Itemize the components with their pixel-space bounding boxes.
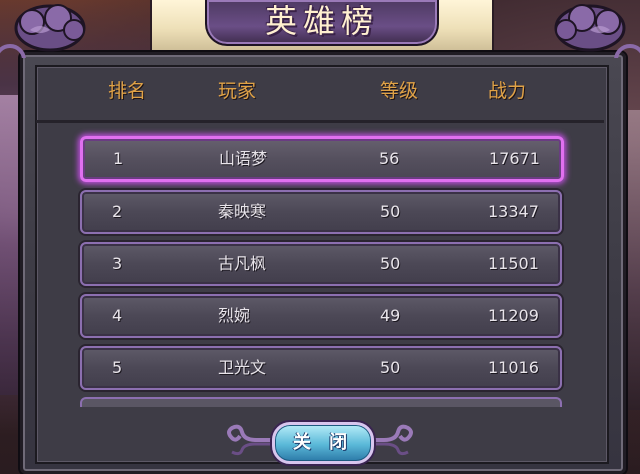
row-player: 卫光文 — [218, 358, 267, 377]
row-player: 秦映寒 — [218, 202, 267, 221]
column-header-player: 玩家 — [218, 80, 257, 102]
leaderboard-row[interactable]: 2 秦映寒 50 13347 — [80, 190, 562, 234]
leaderboard-row[interactable]: 3 古凡枫 50 11501 — [80, 242, 562, 286]
leaderboard-row[interactable]: 5 卫光文 50 11016 — [80, 346, 562, 390]
row-level: 50 — [380, 202, 401, 221]
row-rank: 1 — [113, 149, 124, 168]
purple-cloud-ornament-icon — [0, 4, 86, 58]
row-player: 古凡枫 — [218, 254, 267, 273]
row-level: 56 — [379, 149, 400, 168]
row-rank: 4 — [112, 306, 123, 325]
row-level: 50 — [380, 358, 401, 377]
purple-cloud-ornament-icon — [554, 4, 640, 58]
close-button-frame: 关 闭 — [226, 416, 414, 464]
row-power: 11501 — [488, 254, 539, 273]
row-power: 11016 — [488, 358, 539, 377]
row-level: 49 — [380, 306, 401, 325]
row-rank: 2 — [112, 202, 123, 221]
scroll-curl-icon — [227, 424, 276, 456]
page-title: 英雄榜 — [264, 2, 379, 40]
leaderboard-row[interactable]: 1 山语梦 56 17671 — [80, 136, 564, 182]
row-rank: 3 — [112, 254, 123, 273]
column-header-rank: 排名 — [108, 80, 147, 102]
row-level: 50 — [380, 254, 401, 273]
close-button[interactable]: 关 闭 — [272, 422, 374, 464]
row-rank: 5 — [112, 358, 123, 377]
close-button-label: 关 闭 — [292, 432, 354, 453]
leaderboard-row-partial[interactable] — [80, 397, 562, 407]
row-power: 17671 — [489, 149, 540, 168]
row-power: 11209 — [488, 306, 539, 325]
column-header-level: 等级 — [380, 80, 419, 102]
leaderboard-row[interactable]: 4 烈婉 49 11209 — [80, 294, 562, 338]
row-player: 烈婉 — [218, 306, 251, 325]
row-power: 13347 — [488, 202, 539, 221]
row-player: 山语梦 — [219, 149, 268, 168]
column-header-power: 战力 — [488, 80, 527, 102]
